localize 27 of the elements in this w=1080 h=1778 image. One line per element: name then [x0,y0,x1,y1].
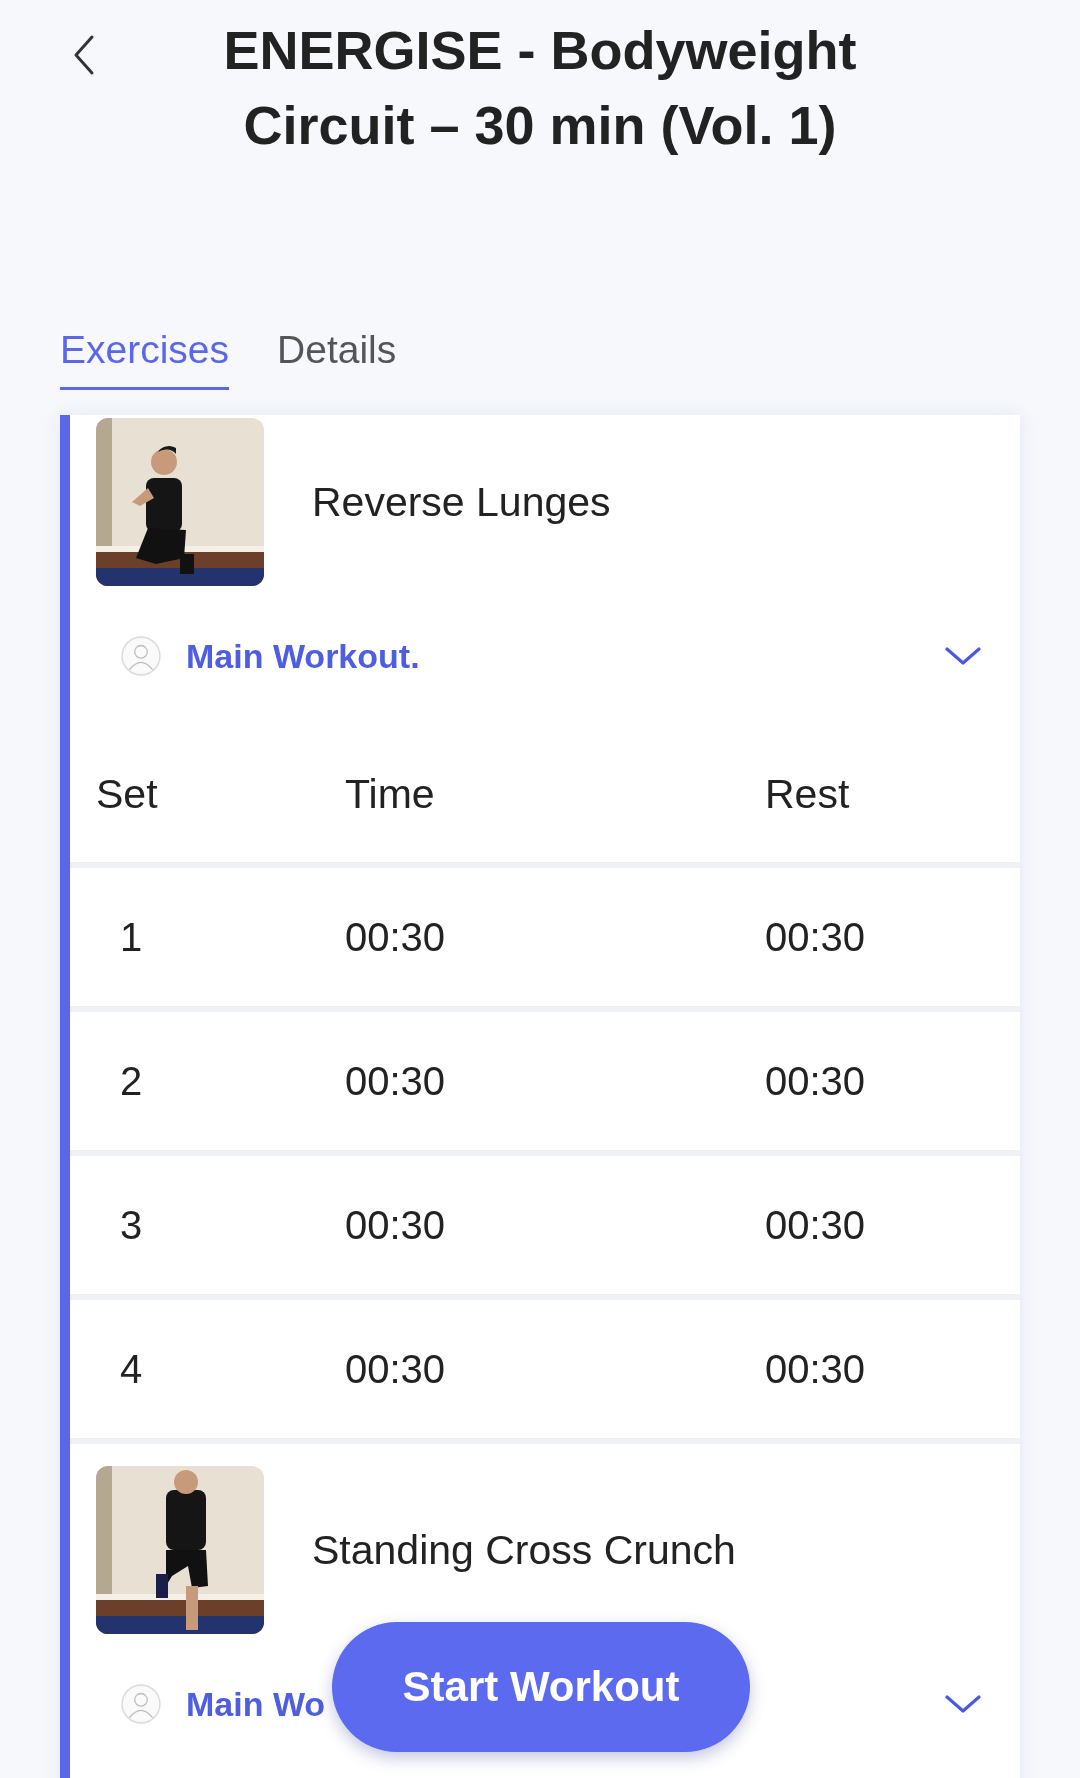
time-value: 00:30 [345,1346,447,1392]
time-value: 00:30 [345,1058,447,1104]
time-value: 00:30 [345,914,447,960]
exercise-name: Standing Cross Crunch [312,1526,736,1574]
chevron-down-icon[interactable] [944,1693,982,1715]
section-label: Main Workout. [186,636,420,676]
set-number: 2 [119,1058,144,1104]
avatar-icon [120,1683,162,1725]
column-header: Time [345,770,436,818]
column-header: Set [96,770,159,818]
avatar-icon [120,635,162,677]
tab[interactable]: Details [277,300,397,390]
set-number: 3 [119,1202,144,1248]
rest-value: 00:30 [765,1202,867,1248]
time-value: 00:30 [345,1202,447,1248]
set-number: 4 [119,1346,144,1392]
tab[interactable]: Exercises [60,300,230,390]
exercise-name: Reverse Lunges [312,478,611,526]
rest-value: 00:30 [765,1058,867,1104]
column-header: Rest [765,770,851,818]
chevron-down-icon[interactable] [944,645,982,667]
rest-value: 00:30 [765,1346,867,1392]
page-title: ENERGISE - Bodyweight Circuit – 30 min (Vol. 1) [222,19,858,157]
section-label: Main Wo [186,1684,326,1724]
start-workout-button[interactable]: Start Workout [332,1622,750,1752]
set-number: 1 [119,914,144,960]
rest-value: 00:30 [765,914,867,960]
